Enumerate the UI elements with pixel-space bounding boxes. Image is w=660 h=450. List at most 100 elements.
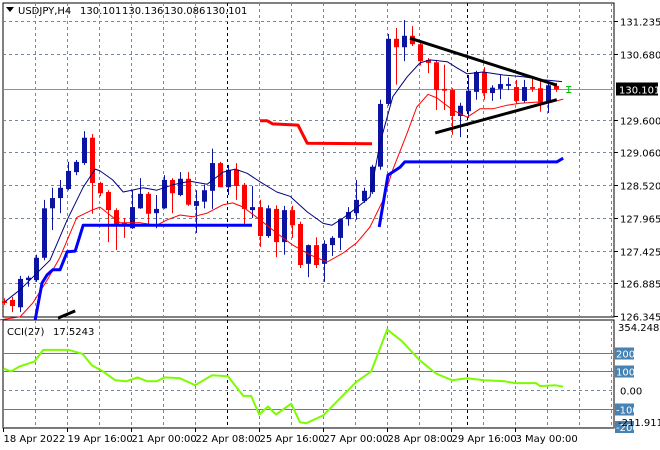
candle xyxy=(226,164,231,196)
candle xyxy=(370,164,375,194)
candle-body xyxy=(178,178,183,196)
candle-body xyxy=(490,87,495,94)
cci-header: CCI(27) 17.5243 xyxy=(7,327,94,338)
candle-body xyxy=(370,166,375,193)
candle xyxy=(490,85,495,101)
x-tick-label: 18 Apr 2022 xyxy=(4,434,66,445)
candle-body xyxy=(194,201,199,206)
candle-body xyxy=(170,179,175,194)
candle-body xyxy=(418,44,423,62)
candle xyxy=(458,102,463,138)
collapse-triangle-icon[interactable] xyxy=(6,7,14,12)
candle xyxy=(42,199,47,261)
x-tick-label: 3 May 00:00 xyxy=(516,434,578,445)
candle xyxy=(10,296,15,313)
candle-body xyxy=(2,301,7,304)
y-tick-label: 126.885 xyxy=(620,280,660,291)
candle-body xyxy=(450,90,455,117)
candle-body xyxy=(202,190,207,202)
close-value: 130.101 xyxy=(206,6,247,17)
cci-level-label: -100 xyxy=(616,406,639,417)
step-blue-2-line xyxy=(377,156,564,228)
y-tick-label: 127.425 xyxy=(620,248,660,259)
candle xyxy=(50,187,55,231)
candle xyxy=(98,181,103,197)
candle xyxy=(362,187,367,203)
candle-body xyxy=(58,187,63,199)
candle xyxy=(234,163,239,200)
cci-level-label: 100 xyxy=(616,368,635,379)
ma-fast-line xyxy=(4,59,563,303)
candle-body xyxy=(402,35,407,48)
candle-body xyxy=(298,224,303,266)
candle xyxy=(266,205,271,238)
cci-title: CCI(27) xyxy=(7,327,45,338)
candle-body xyxy=(98,182,103,194)
candle-body xyxy=(146,193,151,214)
y-tick-label: 130.680 xyxy=(620,51,660,62)
candle-body xyxy=(290,210,295,226)
candle xyxy=(298,221,303,269)
candle xyxy=(146,192,151,226)
candle xyxy=(514,79,519,104)
cci-level-label: 200 xyxy=(616,350,635,361)
x-tick-label: 25 Apr 16:00 xyxy=(260,434,325,445)
candle-body xyxy=(106,192,111,211)
candle-body xyxy=(210,163,215,191)
candle xyxy=(114,208,119,250)
candle-body xyxy=(506,84,511,86)
candle xyxy=(386,33,391,106)
candle xyxy=(138,178,143,209)
candle-body xyxy=(498,84,503,89)
candle-body xyxy=(242,184,247,209)
candle xyxy=(74,160,79,176)
candle xyxy=(466,74,471,118)
chart-window: 131.235 130.680 129.600 129.060 128.520 127.9… xyxy=(0,0,660,450)
candle xyxy=(282,205,287,255)
y-tick-label: 127.965 xyxy=(620,215,660,226)
y-tick-label: 129.060 xyxy=(620,149,660,160)
candle-body xyxy=(74,161,79,173)
x-tick-label: 19 Apr 16:00 xyxy=(68,434,133,445)
candle-body xyxy=(466,90,471,112)
ma-slow-line xyxy=(0,93,564,321)
cci-min-label: -211.9114 xyxy=(618,418,660,429)
x-tick-label: 27 Apr 00:00 xyxy=(324,434,389,445)
candle xyxy=(410,26,415,47)
candle xyxy=(186,172,191,206)
candle-body xyxy=(274,208,279,243)
candle xyxy=(122,217,127,238)
x-tick-label: 28 Apr 08:00 xyxy=(388,434,453,445)
x-tick-label: 21 Apr 00:00 xyxy=(132,434,197,445)
price-chart[interactable]: 131.235 130.680 129.600 129.060 128.520 127.9… xyxy=(0,0,660,450)
symbol-label: USDJPY,H4 xyxy=(18,6,71,17)
candle-body xyxy=(442,88,447,91)
high-value: 130.136 xyxy=(122,6,163,17)
candle-body xyxy=(154,208,159,214)
candle-body xyxy=(34,257,39,281)
candle xyxy=(154,195,159,229)
candle xyxy=(290,205,295,238)
open-value: 130.101 xyxy=(80,6,121,17)
candle-body xyxy=(338,219,343,238)
candle-body xyxy=(554,85,559,90)
candle xyxy=(258,199,263,247)
candle xyxy=(546,84,551,113)
candle xyxy=(434,59,439,110)
grid xyxy=(2,2,615,429)
candle-body xyxy=(42,208,47,258)
candle xyxy=(58,179,63,214)
candle xyxy=(506,77,511,91)
candle xyxy=(314,237,319,269)
candle-body xyxy=(538,88,543,103)
candle xyxy=(330,236,335,256)
candle-body xyxy=(82,137,87,164)
candle-body xyxy=(514,87,519,101)
candle-body xyxy=(522,87,527,101)
low-value: 130.086 xyxy=(164,6,205,17)
candle xyxy=(242,182,247,226)
candle-body xyxy=(162,179,167,209)
candle xyxy=(82,131,87,165)
x-tick-label: 29 Apr 16:00 xyxy=(452,434,517,445)
candle xyxy=(34,254,39,282)
